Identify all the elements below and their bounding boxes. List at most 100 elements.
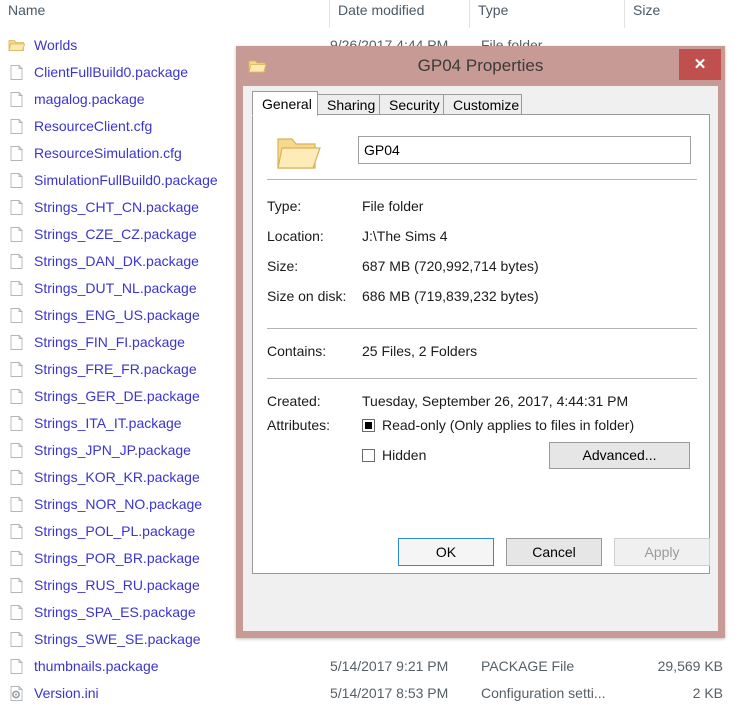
column-header-date-modified-label: Date modified: [338, 2, 425, 18]
cancel-button[interactable]: Cancel: [506, 538, 602, 566]
column-header-size[interactable]: Size: [625, 0, 743, 28]
divider: [267, 328, 697, 329]
file-name-cell[interactable]: Worlds: [8, 32, 77, 59]
property-row: Type: File folder: [253, 198, 709, 219]
file-name-cell[interactable]: magalog.package: [8, 86, 145, 113]
file-name-cell[interactable]: Strings_POL_PL.package: [8, 518, 195, 545]
file-name-label: SimulationFullBuild0.package: [34, 172, 218, 188]
file-name-cell[interactable]: Version.ini: [8, 680, 99, 707]
file-name-cell[interactable]: Strings_POR_BR.package: [8, 545, 200, 572]
file-icon: [8, 334, 25, 351]
file-icon: [8, 469, 25, 486]
tab-strip: General Sharing Security Customize: [252, 91, 710, 116]
file-name-label: Strings_CHT_CN.package: [34, 199, 199, 215]
file-name-cell[interactable]: Strings_DAN_DK.package: [8, 248, 199, 275]
file-type-cell: PACKAGE File: [481, 658, 575, 674]
file-date-cell: 5/14/2017 9:21 PM: [330, 658, 449, 674]
column-header-date-modified[interactable]: Date modified: [330, 0, 470, 28]
file-icon: [8, 361, 25, 378]
file-name-cell[interactable]: Strings_JPN_JP.package: [8, 437, 191, 464]
file-name-cell[interactable]: Strings_CHT_CN.package: [8, 194, 199, 221]
file-name-cell[interactable]: SimulationFullBuild0.package: [8, 167, 218, 194]
column-header-name[interactable]: Name: [0, 0, 330, 28]
file-icon: [8, 253, 25, 270]
file-icon: [8, 307, 25, 324]
file-name-cell[interactable]: Strings_SPA_ES.package: [8, 599, 196, 626]
ok-button[interactable]: OK: [398, 538, 494, 566]
file-name-label: Strings_GER_DE.package: [34, 388, 200, 404]
file-type-cell: Configuration setti...: [481, 685, 606, 701]
readonly-checkbox[interactable]: [362, 418, 375, 432]
property-label: Contains:: [267, 343, 327, 359]
file-name-label: Strings_ENG_US.package: [34, 307, 200, 323]
divider: [267, 179, 697, 180]
readonly-checkbox-row[interactable]: Read-only (Only applies to files in fold…: [362, 415, 634, 435]
tab-sharing[interactable]: Sharing: [317, 94, 380, 115]
file-name-cell[interactable]: Strings_FIN_FI.package: [8, 329, 185, 356]
file-name-label: thumbnails.package: [34, 658, 159, 674]
file-name-label: ResourceSimulation.cfg: [34, 145, 182, 161]
folder-icon: [275, 132, 321, 176]
file-name-label: Version.ini: [34, 685, 99, 701]
file-icon: [8, 199, 25, 216]
property-label: Size:: [267, 258, 299, 274]
property-row: Size: 687 MB (720,992,714 bytes): [253, 258, 709, 279]
file-icon: [8, 280, 25, 297]
file-icon: [8, 550, 25, 567]
file-name-cell[interactable]: ResourceClient.cfg: [8, 113, 152, 140]
file-icon: [8, 577, 25, 594]
tab-general[interactable]: General: [252, 91, 318, 116]
file-size-cell: 2 KB: [692, 685, 723, 701]
file-icon: [8, 145, 25, 162]
file-name-cell[interactable]: Strings_DUT_NL.package: [8, 275, 197, 302]
table-row[interactable]: thumbnails.package 5/14/2017 9:21 PM PACKA…: [0, 653, 743, 680]
dialog-titlebar[interactable]: GP04 Properties ✕: [236, 46, 725, 86]
property-label: Type:: [267, 198, 302, 214]
file-name-cell[interactable]: ClientFullBuild0.package: [8, 59, 188, 86]
properties-dialog: GP04 Properties ✕ General Sharing Security…: [236, 46, 725, 638]
tab-customize[interactable]: Customize: [443, 94, 522, 115]
property-row: Contains: 25 Files, 2 Folders: [253, 343, 709, 364]
tab-security[interactable]: Security: [379, 94, 444, 115]
file-icon: [8, 523, 25, 540]
file-icon: [8, 442, 25, 459]
tab-page-general: Type: File folder Location: J:\The Sims 4 Si…: [252, 114, 710, 574]
file-icon: [8, 415, 25, 432]
property-value: J:\The Sims 4: [362, 228, 448, 244]
file-name-cell[interactable]: Strings_CZE_CZ.package: [8, 221, 197, 248]
file-name-cell[interactable]: Strings_ITA_IT.package: [8, 410, 182, 437]
file-name-cell[interactable]: thumbnails.package: [8, 653, 159, 680]
file-size-cell: 29,569 KB: [657, 658, 723, 674]
folder-name-input[interactable]: [358, 136, 691, 164]
property-label: Created:: [267, 393, 321, 409]
property-row: Location: J:\The Sims 4: [253, 228, 709, 249]
file-name-label: Strings_SWE_SE.package: [34, 631, 201, 647]
property-row: Created: Tuesday, September 26, 2017, 4:4…: [253, 393, 709, 414]
file-name-label: Strings_DAN_DK.package: [34, 253, 199, 269]
file-icon: [8, 226, 25, 243]
file-name-label: Strings_POR_BR.package: [34, 550, 200, 566]
file-name-label: ResourceClient.cfg: [34, 118, 153, 134]
file-name-cell[interactable]: Strings_SWE_SE.package: [8, 626, 201, 653]
property-value: 686 MB (719,839,232 bytes): [362, 288, 539, 304]
close-icon[interactable]: ✕: [679, 49, 721, 80]
file-name-label: Strings_JPN_JP.package: [34, 442, 191, 458]
property-label: Location:: [267, 228, 324, 244]
table-row[interactable]: Version.ini 5/14/2017 8:53 PM Configuratio…: [0, 680, 743, 707]
column-header-size-label: Size: [633, 2, 661, 18]
column-header-type[interactable]: Type: [470, 0, 625, 28]
file-name-cell[interactable]: Strings_KOR_KR.package: [8, 464, 200, 491]
file-name-cell[interactable]: Strings_FRE_FR.package: [8, 356, 197, 383]
apply-button[interactable]: Apply: [614, 538, 710, 566]
file-name-cell[interactable]: Strings_ENG_US.package: [8, 302, 200, 329]
file-name-cell[interactable]: Strings_RUS_RU.package: [8, 572, 200, 599]
attributes-label: Attributes:: [267, 417, 331, 433]
hidden-checkbox-row[interactable]: Hidden: [362, 445, 426, 465]
file-name-label: Strings_CZE_CZ.package: [34, 226, 197, 242]
file-name-cell[interactable]: Strings_GER_DE.package: [8, 383, 200, 410]
hidden-checkbox[interactable]: [362, 448, 375, 462]
file-name-cell[interactable]: ResourceSimulation.cfg: [8, 140, 182, 167]
file-icon: [8, 658, 25, 675]
advanced-button[interactable]: Advanced...: [549, 442, 690, 469]
file-name-cell[interactable]: Strings_NOR_NO.package: [8, 491, 202, 518]
